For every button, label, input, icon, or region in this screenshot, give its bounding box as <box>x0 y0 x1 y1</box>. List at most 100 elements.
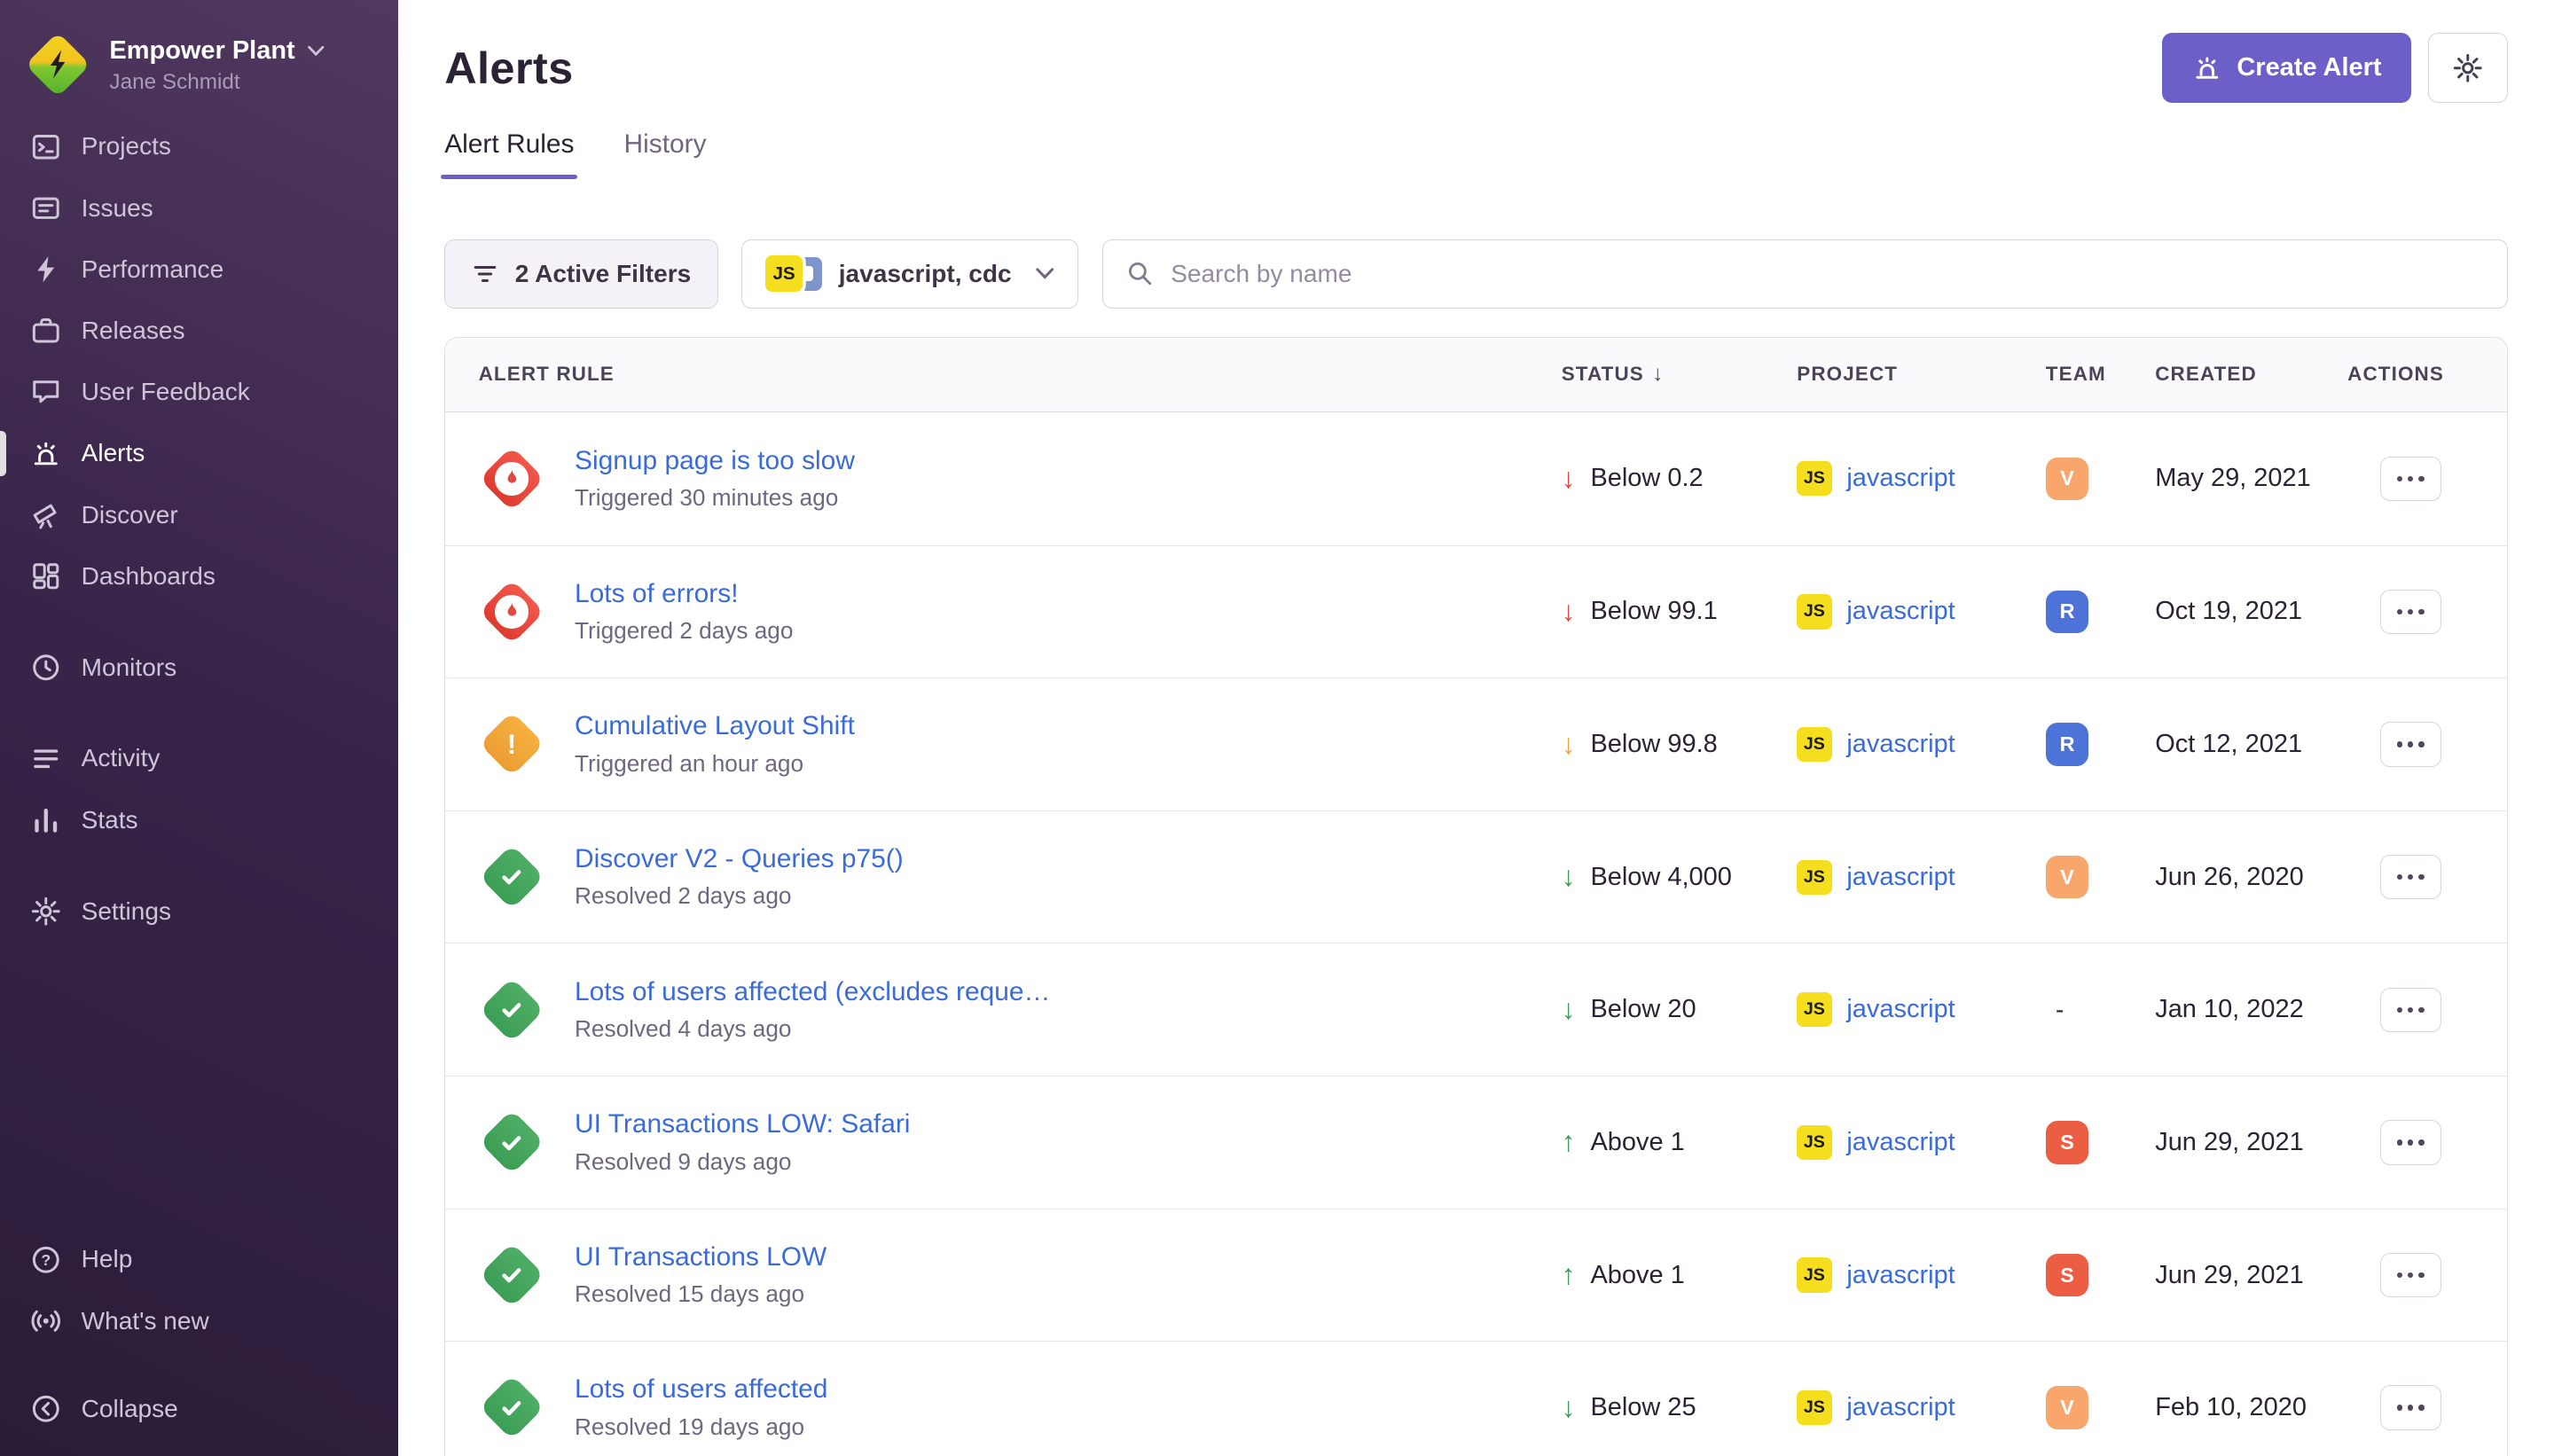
project-filter-dropdown[interactable]: JS javascript, cdc <box>741 239 1078 309</box>
team-avatar: S <box>2046 1121 2089 1164</box>
sidebar-item-label: Alerts <box>82 439 145 467</box>
primary-nav: Projects Issues Performance Releases Use… <box>0 116 398 942</box>
search-icon <box>1126 260 1155 288</box>
sidebar-item-alerts[interactable]: Alerts <box>0 423 398 484</box>
sidebar-item-stats[interactable]: Stats <box>0 789 398 850</box>
trend-arrow-icon: ↑ <box>1562 1128 1576 1156</box>
gear-icon <box>2452 52 2484 84</box>
sidebar-item-issues[interactable]: Issues <box>0 177 398 239</box>
check-icon <box>497 995 527 1025</box>
check-icon <box>497 1128 527 1158</box>
javascript-platform-icon: JS <box>1797 1125 1831 1160</box>
status-cell: ↓Below 25 <box>1562 1393 1798 1422</box>
alert-rule-link[interactable]: UI Transactions LOW: Safari <box>575 1109 910 1139</box>
project-link[interactable]: javascript <box>1846 597 1955 626</box>
sidebar-item-label: Issues <box>82 194 153 223</box>
org-name-label: Empower Plant <box>109 36 294 66</box>
org-switcher[interactable]: Empower Plant Jane Schmidt <box>0 23 398 116</box>
active-filters-button[interactable]: 2 Active Filters <box>444 239 718 309</box>
row-actions-button[interactable] <box>2380 1120 2441 1164</box>
tab-alert-rules[interactable]: Alert Rules <box>444 129 574 179</box>
sidebar-item-releases[interactable]: Releases <box>0 300 398 361</box>
sidebar-item-dashboards[interactable]: Dashboards <box>0 545 398 607</box>
project-cell: JS javascript <box>1797 461 2046 496</box>
row-actions-button[interactable] <box>2380 855 2441 899</box>
project-link[interactable]: javascript <box>1846 464 1955 493</box>
trend-arrow-icon: ↓ <box>1562 863 1576 891</box>
table-row: Signup page is too slow Triggered 30 min… <box>445 412 2506 545</box>
warning-alert-icon <box>479 711 545 778</box>
column-header-created: Created <box>2155 363 2347 386</box>
row-actions-button[interactable] <box>2380 590 2441 634</box>
sidebar-item-discover[interactable]: Discover <box>0 484 398 545</box>
table-body: Signup page is too slow Triggered 30 min… <box>445 412 2506 1456</box>
created-date: Oct 12, 2021 <box>2155 730 2347 759</box>
ellipsis-icon <box>2397 1272 2425 1279</box>
project-cell: JS javascript <box>1797 1125 2046 1160</box>
critical-alert-icon <box>479 579 545 646</box>
sidebar-item-projects[interactable]: Projects <box>0 116 398 177</box>
alert-rule-link[interactable]: Signup page is too slow <box>575 446 855 476</box>
project-link[interactable]: javascript <box>1846 730 1955 759</box>
ellipsis-icon <box>2397 609 2425 615</box>
column-header-alert-rule: Alert Rule <box>479 363 1562 386</box>
resolved-alert-icon <box>479 1109 545 1176</box>
alert-rule-link[interactable]: Lots of users affected <box>575 1374 827 1405</box>
sidebar-item-activity[interactable]: Activity <box>0 728 398 789</box>
resolved-alert-icon <box>479 1242 545 1309</box>
alerts-settings-button[interactable] <box>2428 33 2508 103</box>
sidebar-item-monitors[interactable]: Monitors <box>0 637 398 698</box>
status-value: Below 99.8 <box>1590 730 1717 759</box>
tab-history[interactable]: History <box>624 129 707 179</box>
project-cell: JSjavascript <box>1797 727 2046 762</box>
project-cell: JSjavascript <box>1797 594 2046 629</box>
project-link[interactable]: javascript <box>1846 1128 1955 1157</box>
project-badge-stack: JS <box>765 255 822 292</box>
alert-rule-link[interactable]: Lots of errors! <box>575 579 793 609</box>
nav-spacer <box>0 850 398 881</box>
project-link[interactable]: javascript <box>1846 863 1955 892</box>
team-cell: S <box>2046 1254 2155 1297</box>
project-link[interactable]: javascript <box>1846 1261 1955 1290</box>
ellipsis-icon <box>2397 741 2425 748</box>
row-actions-button[interactable] <box>2380 1385 2441 1429</box>
sidebar-item-label: Stats <box>82 806 138 834</box>
column-header-team: Team <box>2046 363 2155 386</box>
sidebar-item-whats-new[interactable]: What's new <box>0 1290 398 1351</box>
sidebar-item-performance[interactable]: Performance <box>0 239 398 300</box>
project-link[interactable]: javascript <box>1846 1393 1955 1422</box>
project-link[interactable]: javascript <box>1846 995 1955 1024</box>
alert-rule-link[interactable]: Discover V2 - Queries p75() <box>575 844 904 874</box>
table-row: Discover V2 - Queries p75() Resolved 2 d… <box>445 810 2506 943</box>
row-actions-button[interactable] <box>2380 1253 2441 1297</box>
search-input[interactable] <box>1171 260 2483 288</box>
main-content: Alerts Create Alert Alert Rules History … <box>398 0 2554 1456</box>
row-actions-button[interactable] <box>2380 457 2441 501</box>
sidebar-item-user-feedback[interactable]: User Feedback <box>0 362 398 423</box>
alert-rule-link[interactable]: UI Transactions LOW <box>575 1242 827 1272</box>
sidebar-item-settings[interactable]: Settings <box>0 881 398 942</box>
javascript-platform-icon: JS <box>1797 461 1831 496</box>
alert-rule-subtitle: Triggered 30 minutes ago <box>575 484 855 512</box>
sidebar-item-label: Releases <box>82 317 185 345</box>
column-header-status[interactable]: Status↓ <box>1562 362 1798 387</box>
sidebar-collapse-button[interactable]: Collapse <box>0 1378 398 1439</box>
trend-arrow-icon: ↓ <box>1562 1394 1576 1422</box>
create-alert-button[interactable]: Create Alert <box>2162 33 2411 103</box>
trend-arrow-icon: ↑ <box>1562 1261 1576 1289</box>
row-actions-button[interactable] <box>2380 722 2441 766</box>
search-box <box>1102 239 2508 309</box>
alert-rule-link[interactable]: Lots of users affected (excludes reque… <box>575 977 1050 1007</box>
trend-arrow-icon: ↓ <box>1562 731 1576 759</box>
status-cell: ↓ Below 99.8 <box>1562 730 1798 759</box>
row-actions-button[interactable] <box>2380 988 2441 1032</box>
sidebar-item-help[interactable]: ? Help <box>0 1229 398 1290</box>
trend-arrow-icon: ↓ <box>1562 465 1576 493</box>
alert-rule-subtitle: Triggered an hour ago <box>575 750 855 778</box>
discover-telescope-icon <box>30 499 62 531</box>
team-cell: S <box>2046 1121 2155 1164</box>
user-name: Jane Schmidt <box>109 70 239 94</box>
team-avatar: V <box>2046 1386 2089 1429</box>
alert-rule-link[interactable]: Cumulative Layout Shift <box>575 711 855 741</box>
team-avatar: R <box>2046 591 2089 634</box>
